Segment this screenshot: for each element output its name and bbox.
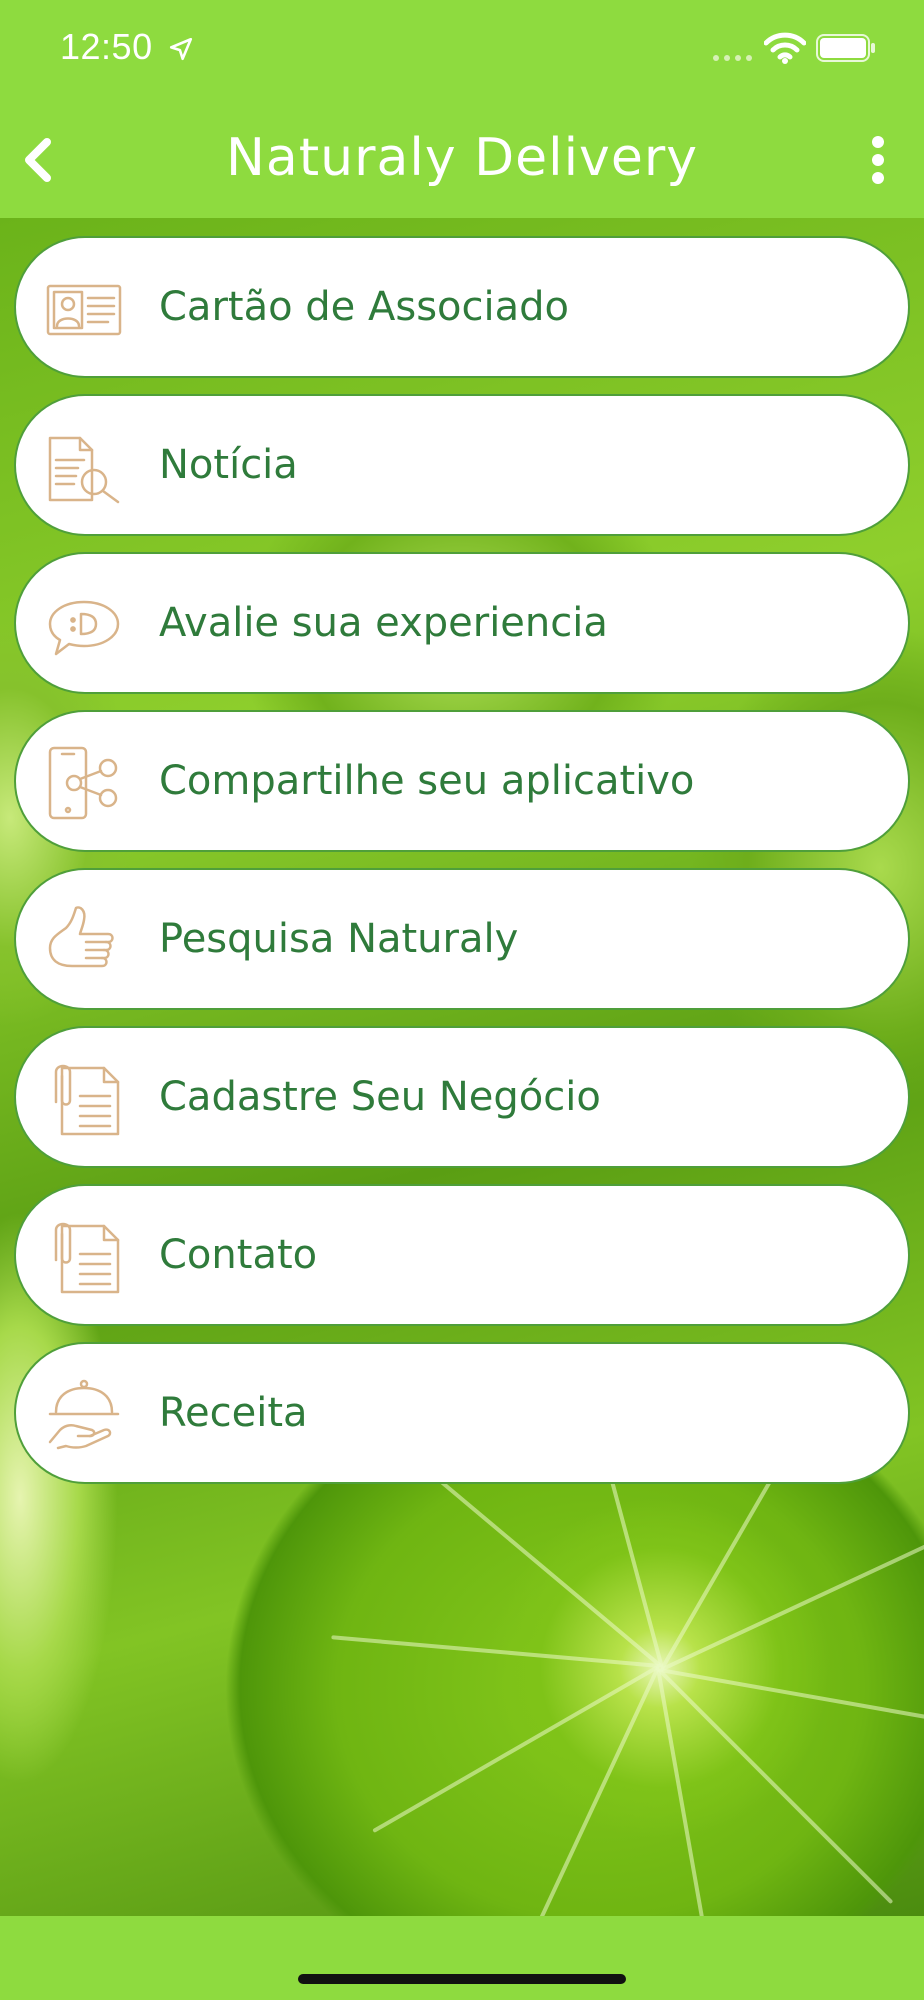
id-card-icon <box>46 284 122 336</box>
menu-item-noticia[interactable]: Notícia <box>14 394 910 536</box>
menu-item-contato[interactable]: Contato <box>14 1184 910 1326</box>
menu-item-avalie-sua-experiencia[interactable]: Avalie sua experiencia <box>14 552 910 694</box>
more-options-button[interactable] <box>858 130 898 190</box>
menu-item-cartao-de-associado[interactable]: Cartão de Associado <box>14 236 910 378</box>
menu-item-label: Pesquisa Naturaly <box>159 916 519 962</box>
navigation-bar: Naturaly Delivery <box>0 100 924 218</box>
phone-share-icon <box>48 746 118 820</box>
wifi-icon <box>764 32 806 64</box>
chevron-left-icon <box>25 138 51 182</box>
content-area: Cartão de Associado Notícia Avalie sua e… <box>0 218 924 1916</box>
home-indicator[interactable] <box>298 1974 626 1984</box>
back-button[interactable] <box>14 130 62 190</box>
menu-item-label: Receita <box>159 1390 308 1436</box>
cellular-signal-icon <box>713 55 752 61</box>
menu-item-compartilhe-seu-aplicativo[interactable]: Compartilhe seu aplicativo <box>14 710 910 852</box>
menu-item-label: Contato <box>159 1232 318 1278</box>
menu-item-cadastre-seu-negocio[interactable]: Cadastre Seu Negócio <box>14 1026 910 1168</box>
clipboard-document-icon <box>54 1064 120 1136</box>
battery-icon <box>816 34 875 62</box>
status-bar: 12:50 <box>0 0 924 100</box>
clipboard-document-icon <box>54 1222 120 1294</box>
menu-item-label: Compartilhe seu aplicativo <box>159 758 695 804</box>
menu-list: Cartão de Associado Notícia Avalie sua e… <box>14 236 910 1500</box>
more-vertical-icon <box>872 136 884 184</box>
menu-item-label: Avalie sua experiencia <box>159 600 608 646</box>
page-title: Naturaly Delivery <box>226 128 698 188</box>
status-time: 12:50 <box>60 26 153 67</box>
home-indicator-area <box>0 1916 924 2000</box>
serving-cloche-icon <box>48 1379 120 1450</box>
document-search-icon <box>48 436 120 504</box>
menu-item-label: Notícia <box>159 442 298 488</box>
menu-item-label: Cartão de Associado <box>159 284 569 330</box>
menu-item-receita[interactable]: Receita <box>14 1342 910 1484</box>
thumbs-up-icon <box>48 906 114 968</box>
location-arrow-icon <box>169 37 193 61</box>
menu-item-label: Cadastre Seu Negócio <box>159 1074 601 1120</box>
speech-bubble-icon <box>48 600 120 656</box>
menu-item-pesquisa-naturaly[interactable]: Pesquisa Naturaly <box>14 868 910 1010</box>
